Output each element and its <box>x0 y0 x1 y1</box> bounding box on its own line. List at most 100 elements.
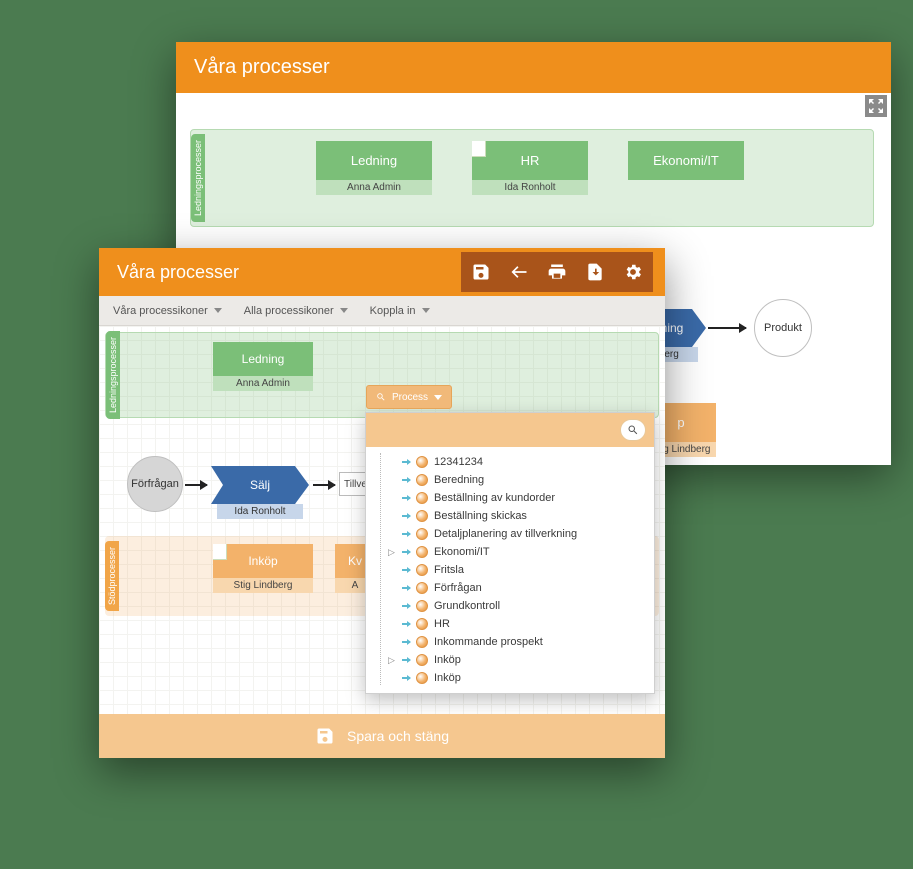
dropdown-label: Process <box>392 392 428 403</box>
chev-owner-salj: Ida Ronholt <box>217 504 303 519</box>
process-icon <box>416 564 428 576</box>
lane-tab-ledning-front: Ledningsprocesser <box>106 331 120 419</box>
tree-guide <box>380 453 381 685</box>
process-icon <box>416 618 428 630</box>
arrow-icon <box>402 587 410 589</box>
process-popup: Process 12341234 Beredning Beställning a… <box>365 412 655 694</box>
tree-item[interactable]: Inkommande prospekt <box>376 633 648 651</box>
box-ledning-front[interactable]: Ledning Anna Admin <box>213 342 313 391</box>
node-produkt[interactable]: Produkt <box>754 299 812 357</box>
process-icon <box>416 672 428 684</box>
tree-item[interactable]: Beställning skickas <box>376 507 648 525</box>
tree-item[interactable]: Detaljplanering av tillverkning <box>376 525 648 543</box>
process-icon <box>416 492 428 504</box>
tree-item[interactable]: Grundkontroll <box>376 597 648 615</box>
fullscreen-icon[interactable] <box>865 95 887 117</box>
arrow-icon <box>402 533 410 535</box>
doc-icon <box>472 141 486 157</box>
process-icon <box>416 510 428 522</box>
process-icon <box>416 546 428 558</box>
node-forfragan[interactable]: Förfrågan <box>127 456 183 512</box>
title-back: Våra processer <box>194 56 330 79</box>
save-icon <box>315 726 335 746</box>
tree-item[interactable]: Förfrågan <box>376 579 648 597</box>
save-close-button[interactable]: Spara och stäng <box>99 714 665 758</box>
canvas-front[interactable]: Ledningsprocesser Ledning Anna Admin För… <box>99 326 665 718</box>
chevron-down-icon <box>422 308 430 313</box>
tree-item[interactable]: Beredning <box>376 471 648 489</box>
box-owner: Anna Admin <box>316 180 432 195</box>
chev-label: Sälj <box>250 478 270 492</box>
process-icon <box>416 600 428 612</box>
node-label: Förfrågan <box>131 478 179 490</box>
process-dropdown-button[interactable]: Process <box>366 385 452 409</box>
arrow-icon <box>402 623 410 625</box>
process-icon <box>416 474 428 486</box>
tree-item[interactable]: Fritsla <box>376 561 648 579</box>
title-bar-front: Våra processer <box>99 248 665 296</box>
tree-item[interactable]: HR <box>376 615 648 633</box>
chev-salj[interactable]: Sälj <box>211 466 309 504</box>
arrow-icon <box>402 569 410 571</box>
arrow-icon <box>402 515 410 517</box>
save-icon[interactable] <box>463 254 499 290</box>
box-inkop-front[interactable]: Inköp Stig Lindberg <box>213 544 313 593</box>
process-icon <box>416 636 428 648</box>
window-front: Våra processer Våra processikoner Alla p… <box>99 248 665 758</box>
process-icon <box>416 654 428 666</box>
process-icon <box>416 528 428 540</box>
filter-our-icons[interactable]: Våra processikoner <box>113 305 222 317</box>
process-icon <box>416 582 428 594</box>
title-bar-back: Våra processer <box>176 42 891 93</box>
filter-all-icons[interactable]: Alla processikoner <box>244 305 348 317</box>
box-label: Ledning <box>213 342 313 376</box>
arrow-icon <box>402 461 410 463</box>
box-hr-back[interactable]: HR Ida Ronholt <box>472 141 588 195</box>
arrow-icon <box>402 659 410 661</box>
box-ekonomi-back[interactable]: Ekonomi/IT <box>628 141 744 180</box>
chevron-down-icon <box>340 308 348 313</box>
box-owner: Anna Admin <box>213 376 313 391</box>
box-label: Tillve <box>344 479 367 490</box>
tree-item[interactable]: Beställning av kundorder <box>376 489 648 507</box>
process-icon <box>416 456 428 468</box>
lane-tab-ledning-back: Ledningsprocesser <box>191 134 205 222</box>
arrow-icon <box>708 327 746 329</box>
save-label: Spara och stäng <box>347 728 449 744</box>
box-label: HR <box>472 141 588 180</box>
chevron-down-icon <box>214 308 222 313</box>
chevron-down-icon <box>434 395 442 400</box>
back-icon[interactable] <box>501 254 537 290</box>
arrow-icon <box>402 677 410 679</box>
box-label: Ekonomi/IT <box>628 141 744 180</box>
arrow-icon <box>402 551 410 553</box>
toolbar <box>461 252 653 292</box>
box-owner: Stig Lindberg <box>213 578 313 593</box>
settings-icon[interactable] <box>615 254 651 290</box>
search-icon[interactable] <box>620 419 646 441</box>
lane-tab-stod-front: Stödprocesser <box>105 541 119 611</box>
tree-item[interactable]: Inköp <box>376 669 648 687</box>
tree-item[interactable]: 12341234 <box>376 453 648 471</box>
doc-icon <box>213 544 227 560</box>
arrow-icon <box>402 605 410 607</box>
box-label: Ledning <box>316 141 432 180</box>
tree-item[interactable]: ▷Ekonomi/IT <box>376 543 648 561</box>
arrow-icon <box>185 484 207 486</box>
title-front: Våra processer <box>117 262 239 283</box>
arrow-icon <box>402 479 410 481</box>
arrow-icon <box>313 484 335 486</box>
tree-item[interactable]: ▷Inköp <box>376 651 648 669</box>
process-tree[interactable]: 12341234 Beredning Beställning av kundor… <box>366 447 654 693</box>
box-ledning-back[interactable]: Ledning Anna Admin <box>316 141 432 195</box>
arrow-icon <box>402 641 410 643</box>
filter-row: Våra processikoner Alla processikoner Ko… <box>99 296 665 326</box>
node-label: Produkt <box>764 322 802 334</box>
box-label: Inköp <box>213 544 313 578</box>
popup-header <box>366 413 654 447</box>
filter-connect[interactable]: Koppla in <box>370 305 430 317</box>
print-icon[interactable] <box>539 254 575 290</box>
export-icon[interactable] <box>577 254 613 290</box>
arrow-icon <box>402 497 410 499</box>
box-owner: Ida Ronholt <box>472 180 588 195</box>
